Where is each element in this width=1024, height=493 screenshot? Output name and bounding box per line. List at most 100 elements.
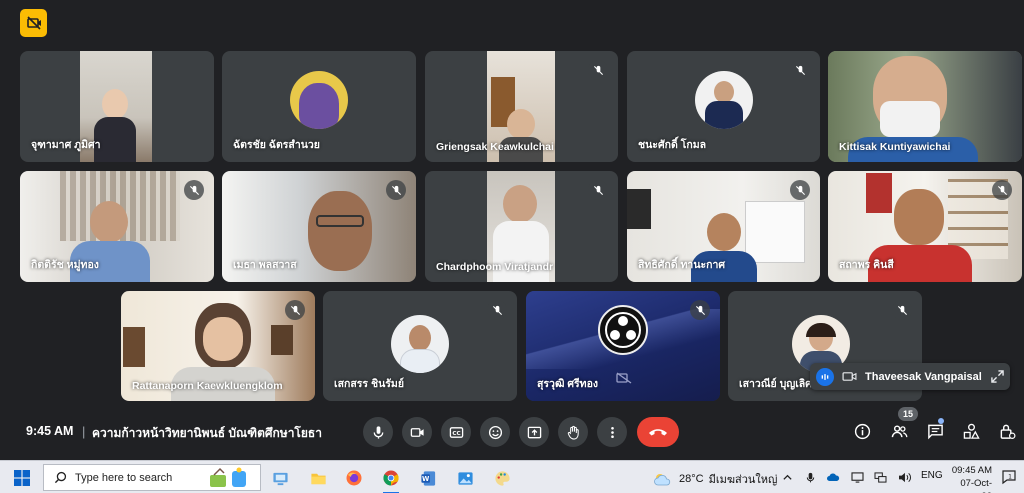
mic-off-icon	[695, 305, 705, 315]
mic-off-badge	[992, 180, 1012, 200]
participant-tile[interactable]: กิตติรัช หมู่ทอง	[20, 171, 214, 282]
volume-button[interactable]	[897, 470, 911, 484]
no-camera-icon	[26, 16, 41, 30]
obs-logo	[598, 304, 648, 355]
expand-icon[interactable]	[991, 370, 1004, 383]
participant-name: Rattanaporn Kaewkluengklom	[132, 380, 283, 392]
participant-name: เสกสรร ชินรัมย์	[334, 378, 404, 390]
tray-microphone-button[interactable]	[803, 470, 817, 484]
participant-name: เมธา พลสวาส	[233, 259, 297, 271]
taskbar-search-input[interactable]: Type here to search	[43, 464, 261, 491]
participant-tile[interactable]: เมธา พลสวาส	[222, 171, 416, 282]
participant-tile[interactable]: ชนะศักดิ์ โกมล	[627, 51, 820, 162]
mic-off-badge	[790, 180, 810, 200]
participant-tile[interactable]: Kittisak Kuntiyawichai	[828, 51, 1022, 162]
mic-off-icon	[391, 185, 401, 195]
chat-button[interactable]	[924, 420, 946, 442]
firefox-button[interactable]	[341, 465, 367, 491]
svg-text:W: W	[422, 475, 430, 483]
photos-button[interactable]	[452, 465, 478, 491]
participant-count-badge: 15	[898, 407, 918, 421]
emoji-icon	[488, 425, 502, 439]
system-date: 07-Oct-23	[960, 478, 992, 493]
network-button[interactable]	[873, 470, 887, 484]
speaker-icon	[898, 472, 911, 482]
participant-tile[interactable]: จุฑามาศ ภูมิศา	[20, 51, 214, 162]
mic-off-icon	[290, 305, 300, 315]
mic-off-icon	[492, 305, 502, 315]
windows-start-button[interactable]	[14, 470, 30, 486]
display-icon	[850, 471, 864, 483]
emoji-button[interactable]	[480, 417, 510, 447]
people-icon	[891, 425, 907, 437]
participant-tile[interactable]: สิทธิศักดิ์ ทานะกาศ	[627, 171, 820, 282]
participant-name: Griengsak Keawkulchai	[436, 141, 554, 153]
pinned-presenter-bar[interactable]: Thaveesak Vangpaisal	[810, 363, 1010, 390]
network-icon	[873, 471, 887, 483]
present-screen-icon	[527, 426, 541, 438]
mic-off-icon	[593, 65, 603, 75]
chrome-icon	[383, 470, 399, 486]
file-explorer-button[interactable]	[305, 465, 331, 491]
mic-off-icon	[997, 185, 1007, 195]
more-options-button[interactable]	[597, 417, 627, 447]
search-icon	[54, 471, 67, 484]
task-view-button[interactable]	[267, 465, 293, 491]
system-clock[interactable]: 09:45 AM 07-Oct-23	[950, 464, 992, 493]
camera-icon	[842, 372, 857, 381]
end-call-button[interactable]	[637, 417, 679, 447]
word-button[interactable]: W	[415, 465, 441, 491]
raise-hand-icon	[567, 425, 579, 440]
people-button[interactable]	[888, 420, 910, 442]
microphone-button[interactable]	[363, 417, 393, 447]
participant-name: ฉัตรชัย ฉัตรสำนวย	[233, 139, 320, 151]
paint-button[interactable]	[489, 465, 515, 491]
mic-off-icon	[593, 185, 603, 195]
windows-logo-icon	[14, 470, 30, 486]
tray-overflow-button[interactable]	[780, 470, 794, 484]
chrome-button[interactable]	[378, 465, 404, 493]
activities-icon	[963, 423, 980, 439]
weather-description: มีเมฆส่วนใหญ่	[708, 474, 778, 486]
participant-tile[interactable]: เสกสรร ชินรัมย์	[323, 291, 517, 401]
mic-off-badge	[690, 300, 710, 320]
chat-icon	[927, 424, 943, 439]
raise-hand-button[interactable]	[558, 417, 588, 447]
participant-tile[interactable]: Rattanaporn Kaewkluengklom	[121, 291, 315, 401]
meeting-title: ความก้าวหน้าวิทยานิพนธ์ บัณฑิตศึกษาโยธา	[92, 426, 322, 440]
captions-button[interactable]: CC	[441, 417, 471, 447]
notification-icon: 1	[1002, 470, 1016, 485]
tray-display-button[interactable]	[850, 470, 864, 484]
participant-name: Chardphoom Viratjandr	[436, 261, 554, 273]
recording-indicator[interactable]	[20, 9, 47, 37]
participant-tile[interactable]: Griengsak Keawkulchai	[425, 51, 618, 162]
meet-window: จุฑามาศ ภูมิศา ฉัตรชัย ฉัตรสำนวย Griengs…	[0, 0, 1024, 460]
present-screen-button[interactable]	[519, 417, 549, 447]
meeting-info-button[interactable]	[851, 420, 873, 442]
camera-button[interactable]	[402, 417, 432, 447]
mic-off-badge	[386, 180, 406, 200]
task-view-icon	[272, 472, 288, 485]
participant-name: สิทธิศักดิ์ ทานะกาศ	[638, 259, 726, 271]
system-time: 09:45 AM	[951, 465, 992, 476]
participant-tile[interactable]: ฉัตรชัย ฉัตรสำนวย	[222, 51, 416, 162]
input-language[interactable]: ENG	[921, 470, 943, 481]
participant-tile[interactable]: สถาพร คินสี	[828, 171, 1022, 282]
mic-off-icon	[189, 185, 199, 195]
notifications-button[interactable]: 1	[1001, 469, 1017, 485]
meeting-clock: 9:45 AM	[26, 424, 74, 438]
mic-off-badge	[487, 300, 507, 320]
host-controls-button[interactable]	[996, 420, 1018, 442]
activities-button[interactable]	[960, 420, 982, 442]
participant-tile[interactable]: สุรวุฒิ ศรีทอง	[526, 291, 720, 401]
participant-tile[interactable]: Chardphoom Viratjandr	[425, 171, 618, 282]
presenter-name: Thaveesak Vangpaisal	[865, 370, 982, 383]
mic-off-badge	[892, 300, 912, 320]
participant-name: Kittisak Kuntiyawichai	[839, 141, 951, 153]
mic-off-icon	[795, 65, 805, 75]
onedrive-button[interactable]	[826, 470, 840, 484]
mic-off-badge	[790, 60, 810, 80]
weather-widget[interactable]: 28°C มีเมฆส่วนใหญ่	[652, 470, 777, 488]
cloudy-weather-icon	[654, 474, 671, 486]
search-placeholder: Type here to search	[75, 471, 173, 484]
